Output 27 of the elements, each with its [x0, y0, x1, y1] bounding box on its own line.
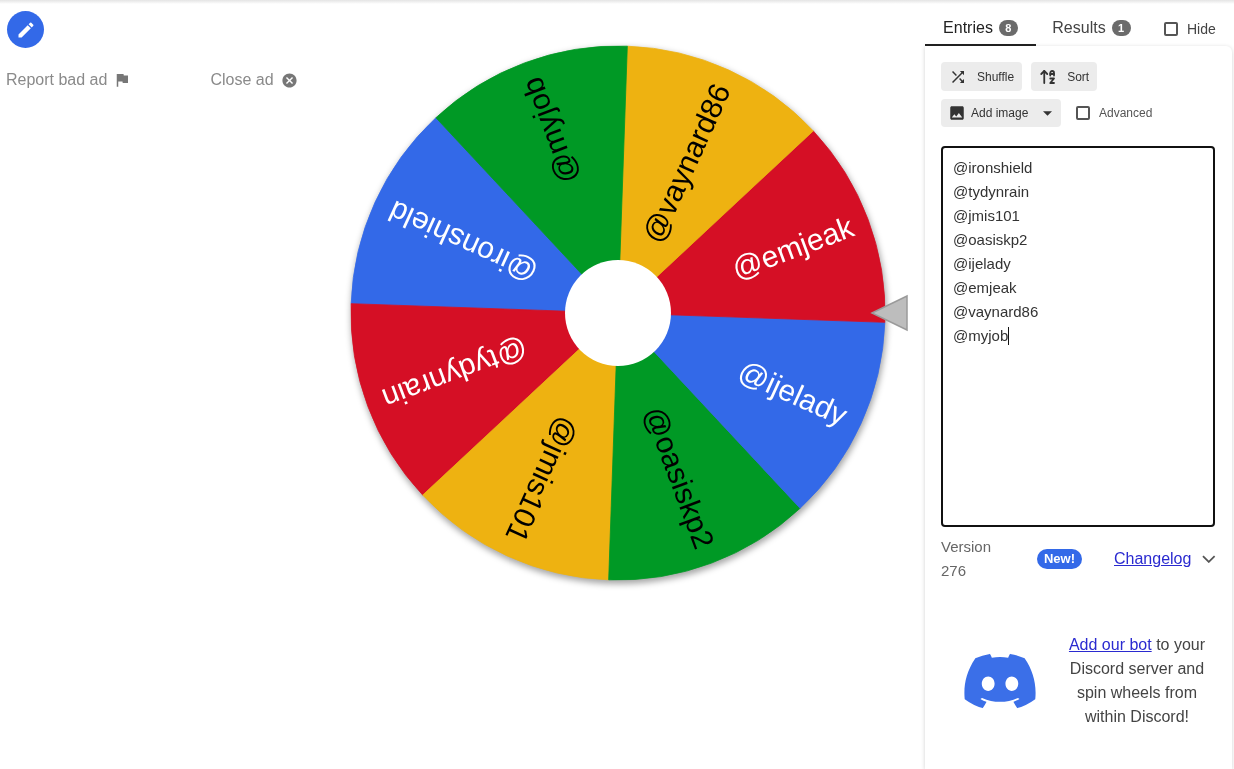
wheel-hub[interactable] [565, 260, 671, 366]
report-ad-link[interactable]: Report bad ad [6, 68, 132, 92]
pointer-triangle-icon [870, 294, 908, 332]
toolbar-button[interactable]: Shuffle [941, 62, 1023, 91]
image-icon [948, 104, 966, 122]
new-badge: New! [1036, 549, 1082, 569]
sort-icon [1039, 67, 1058, 86]
hide-label: Hide [1187, 19, 1216, 39]
version-text: Version 276 [941, 537, 993, 581]
discord-promo-text: Add our bot to your Discord server and spin wheels from within Discord! [1067, 635, 1207, 727]
count-badge: 8 [998, 20, 1018, 36]
close-ad-link[interactable]: Close ad [210, 68, 298, 92]
count-badge: 1 [1111, 20, 1131, 36]
text-cursor [1008, 327, 1010, 345]
entries-field[interactable]: @ironshield @tydynrain @jmis101 @oasiskp2 @ijelady @emjeak @vaynard86 @myjob [941, 146, 1215, 527]
advanced-checkbox[interactable] [1076, 106, 1090, 120]
hide-checkbox[interactable] [1164, 22, 1178, 36]
add-image-button[interactable]: Add image [941, 99, 1061, 127]
tab[interactable]: Results 1 [1036, 12, 1147, 46]
toolbar-button[interactable]: Sort [1031, 62, 1098, 91]
caret-icon [1043, 110, 1052, 116]
advanced-label: Advanced [1099, 105, 1153, 122]
close-icon [280, 71, 298, 89]
chevron-down-icon[interactable] [1202, 555, 1216, 563]
edit-button[interactable] [7, 11, 44, 48]
changelog-link[interactable]: Changelog [1114, 547, 1192, 571]
add-bot-link[interactable]: Add our bot [1068, 636, 1152, 653]
